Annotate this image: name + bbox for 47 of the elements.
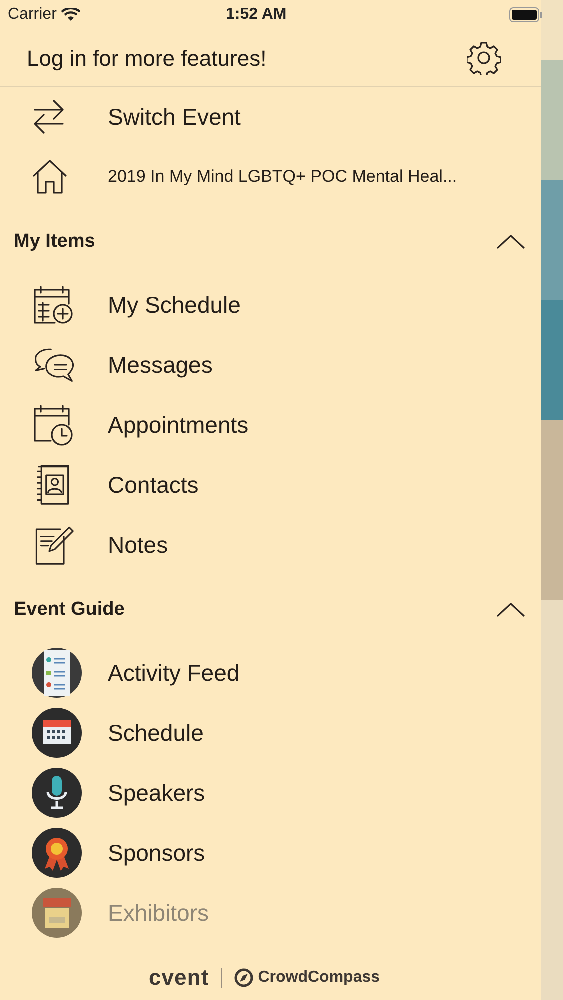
menu-item[interactable]: Notes xyxy=(0,515,541,575)
partner-logo-text: CrowdCompass xyxy=(258,968,380,988)
menu-item[interactable]: My Schedule xyxy=(0,275,541,335)
menu-item-label: My Schedule xyxy=(108,290,241,320)
menu-item-label: Schedule xyxy=(108,718,204,748)
menu-item[interactable]: Schedule xyxy=(0,703,541,763)
menu-item-label: Messages xyxy=(108,350,213,380)
menu-item-label: 2019 In My Mind LGBTQ+ POC Mental Heal... xyxy=(108,166,458,188)
brand-logo-text: cvent xyxy=(148,964,210,992)
menu-item-label: Notes xyxy=(108,530,168,560)
menu-item-label: Switch Event xyxy=(108,102,241,132)
menu-item[interactable]: Speakers xyxy=(0,763,541,823)
menu-item-label: Speakers xyxy=(108,778,206,808)
battery-icon xyxy=(509,7,543,23)
menu-item[interactable]: 2019 In My Mind LGBTQ+ POC Mental Heal... xyxy=(0,147,541,207)
menu-item-label: Contacts xyxy=(108,470,199,500)
menu-item[interactable]: Sponsors xyxy=(0,823,541,883)
section-header[interactable]: Event Guide xyxy=(0,577,541,643)
section-title: Event Guide xyxy=(14,598,125,622)
carrier-label: Carrier xyxy=(8,5,57,25)
calendar-plus-icon xyxy=(32,284,76,326)
section-header[interactable]: My Items xyxy=(0,209,541,275)
calendar-clock-icon xyxy=(32,404,76,446)
menu-item[interactable]: Activity Feed xyxy=(0,643,541,703)
home-icon xyxy=(32,159,68,195)
menu-item[interactable]: Appointments xyxy=(0,395,541,455)
menu-item-label: Appointments xyxy=(108,410,249,440)
microphone-icon xyxy=(32,768,82,818)
menu-item-label: Sponsors xyxy=(108,838,206,868)
chevron-up-icon[interactable] xyxy=(497,234,525,250)
ribbon-badge-icon xyxy=(32,828,82,878)
swap-arrows-icon xyxy=(32,98,66,136)
menu-item[interactable]: Contacts xyxy=(0,455,541,515)
activity-list-icon xyxy=(32,648,82,698)
login-prompt[interactable]: Log in for more features! xyxy=(27,42,267,74)
menu-item-label: Exhibitors xyxy=(108,898,209,928)
section-title: My Items xyxy=(14,230,96,254)
menu-item[interactable]: Switch Event xyxy=(0,87,541,147)
wifi-icon xyxy=(60,8,81,22)
compass-logo-icon xyxy=(234,968,254,988)
chevron-up-icon[interactable] xyxy=(497,602,525,618)
menu-item-label: Activity Feed xyxy=(108,658,240,688)
clock-time: 1:52 AM xyxy=(226,5,287,25)
settings-icon[interactable] xyxy=(467,41,501,75)
storefront-icon xyxy=(32,888,82,938)
menu-item[interactable]: Messages xyxy=(0,335,541,395)
calendar-icon xyxy=(32,708,82,758)
